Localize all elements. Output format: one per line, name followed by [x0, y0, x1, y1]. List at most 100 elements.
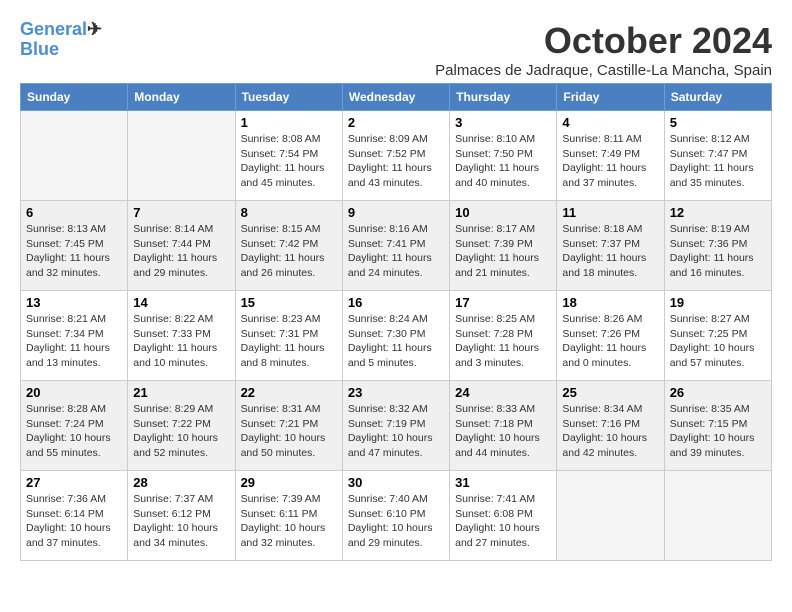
day-info: Sunrise: 8:34 AMSunset: 7:16 PMDaylight:…: [562, 402, 658, 461]
day-info: Sunrise: 8:10 AMSunset: 7:50 PMDaylight:…: [455, 132, 551, 191]
calendar-cell: [128, 111, 235, 201]
week-row-1: 1 Sunrise: 8:08 AMSunset: 7:54 PMDaylight…: [21, 111, 772, 201]
weekday-header-tuesday: Tuesday: [235, 84, 342, 111]
day-info: Sunrise: 7:41 AMSunset: 6:08 PMDaylight:…: [455, 492, 551, 551]
weekday-header-saturday: Saturday: [664, 84, 771, 111]
day-number: 18: [562, 295, 658, 310]
day-number: 11: [562, 205, 658, 220]
day-info: Sunrise: 8:26 AMSunset: 7:26 PMDaylight:…: [562, 312, 658, 371]
day-info: Sunrise: 8:13 AMSunset: 7:45 PMDaylight:…: [26, 222, 122, 281]
calendar-cell: [21, 111, 128, 201]
calendar-table: SundayMondayTuesdayWednesdayThursdayFrid…: [20, 83, 772, 561]
day-number: 16: [348, 295, 444, 310]
day-number: 12: [670, 205, 766, 220]
calendar-cell: 2 Sunrise: 8:09 AMSunset: 7:52 PMDaylight…: [342, 111, 449, 201]
day-info: Sunrise: 7:36 AMSunset: 6:14 PMDaylight:…: [26, 492, 122, 551]
calendar-cell: 8Sunrise: 8:15 AMSunset: 7:42 PMDaylight…: [235, 201, 342, 291]
day-info: Sunrise: 8:12 AMSunset: 7:47 PMDaylight:…: [670, 132, 766, 191]
day-info: Sunrise: 8:14 AMSunset: 7:44 PMDaylight:…: [133, 222, 229, 281]
week-row-2: 6Sunrise: 8:13 AMSunset: 7:45 PMDaylight…: [21, 201, 772, 291]
calendar-cell: [664, 471, 771, 561]
logo-general: General: [20, 19, 87, 39]
day-info: Sunrise: 8:31 AMSunset: 7:21 PMDaylight:…: [241, 402, 337, 461]
day-info: Sunrise: 7:40 AMSunset: 6:10 PMDaylight:…: [348, 492, 444, 551]
day-info: Sunrise: 8:28 AMSunset: 7:24 PMDaylight:…: [26, 402, 122, 461]
day-info: Sunrise: 8:22 AMSunset: 7:33 PMDaylight:…: [133, 312, 229, 371]
calendar-cell: 30 Sunrise: 7:40 AMSunset: 6:10 PMDayligh…: [342, 471, 449, 561]
day-number: 3: [455, 115, 551, 130]
calendar-cell: 11 Sunrise: 8:18 AMSunset: 7:37 PMDayligh…: [557, 201, 664, 291]
weekday-header-row: SundayMondayTuesdayWednesdayThursdayFrid…: [21, 84, 772, 111]
weekday-header-wednesday: Wednesday: [342, 84, 449, 111]
day-number: 8: [241, 205, 337, 220]
calendar-cell: 5 Sunrise: 8:12 AMSunset: 7:47 PMDaylight…: [664, 111, 771, 201]
day-number: 29: [241, 475, 337, 490]
day-info: Sunrise: 8:21 AMSunset: 7:34 PMDaylight:…: [26, 312, 122, 371]
title-area: October 2024 Palmaces de Jadraque, Casti…: [435, 20, 772, 79]
day-number: 28: [133, 475, 229, 490]
calendar-cell: [557, 471, 664, 561]
week-row-5: 27 Sunrise: 7:36 AMSunset: 6:14 PMDayligh…: [21, 471, 772, 561]
day-number: 23: [348, 385, 444, 400]
calendar-cell: 25 Sunrise: 8:34 AMSunset: 7:16 PMDayligh…: [557, 381, 664, 471]
calendar-cell: 16Sunrise: 8:24 AMSunset: 7:30 PMDayligh…: [342, 291, 449, 381]
day-number: 24: [455, 385, 551, 400]
day-info: Sunrise: 8:09 AMSunset: 7:52 PMDaylight:…: [348, 132, 444, 191]
day-info: Sunrise: 8:19 AMSunset: 7:36 PMDaylight:…: [670, 222, 766, 281]
weekday-header-sunday: Sunday: [21, 84, 128, 111]
day-number: 5: [670, 115, 766, 130]
calendar-cell: 24Sunrise: 8:33 AMSunset: 7:18 PMDayligh…: [450, 381, 557, 471]
calendar-cell: 27 Sunrise: 7:36 AMSunset: 6:14 PMDayligh…: [21, 471, 128, 561]
week-row-3: 13Sunrise: 8:21 AMSunset: 7:34 PMDayligh…: [21, 291, 772, 381]
day-info: Sunrise: 8:17 AMSunset: 7:39 PMDaylight:…: [455, 222, 551, 281]
weekday-header-friday: Friday: [557, 84, 664, 111]
month-title: October 2024: [435, 20, 772, 62]
day-number: 26: [670, 385, 766, 400]
calendar-cell: 28 Sunrise: 7:37 AMSunset: 6:12 PMDayligh…: [128, 471, 235, 561]
calendar-cell: 21 Sunrise: 8:29 AMSunset: 7:22 PMDayligh…: [128, 381, 235, 471]
day-info: Sunrise: 8:18 AMSunset: 7:37 PMDaylight:…: [562, 222, 658, 281]
day-number: 1: [241, 115, 337, 130]
calendar-cell: 13Sunrise: 8:21 AMSunset: 7:34 PMDayligh…: [21, 291, 128, 381]
day-number: 4: [562, 115, 658, 130]
calendar-cell: 12 Sunrise: 8:19 AMSunset: 7:36 PMDayligh…: [664, 201, 771, 291]
day-number: 31: [455, 475, 551, 490]
calendar-cell: 19 Sunrise: 8:27 AMSunset: 7:25 PMDayligh…: [664, 291, 771, 381]
day-info: Sunrise: 7:37 AMSunset: 6:12 PMDaylight:…: [133, 492, 229, 551]
day-number: 27: [26, 475, 122, 490]
weekday-header-thursday: Thursday: [450, 84, 557, 111]
day-info: Sunrise: 8:35 AMSunset: 7:15 PMDaylight:…: [670, 402, 766, 461]
calendar-cell: 1 Sunrise: 8:08 AMSunset: 7:54 PMDaylight…: [235, 111, 342, 201]
day-number: 20: [26, 385, 122, 400]
calendar-cell: 20 Sunrise: 8:28 AMSunset: 7:24 PMDayligh…: [21, 381, 128, 471]
day-number: 19: [670, 295, 766, 310]
weekday-header-monday: Monday: [128, 84, 235, 111]
day-info: Sunrise: 8:29 AMSunset: 7:22 PMDaylight:…: [133, 402, 229, 461]
day-info: Sunrise: 8:08 AMSunset: 7:54 PMDaylight:…: [241, 132, 337, 191]
day-info: Sunrise: 8:11 AMSunset: 7:49 PMDaylight:…: [562, 132, 658, 191]
logo-text: General✈ Blue: [20, 20, 102, 60]
day-info: Sunrise: 8:16 AMSunset: 7:41 PMDaylight:…: [348, 222, 444, 281]
calendar-cell: 10 Sunrise: 8:17 AMSunset: 7:39 PMDayligh…: [450, 201, 557, 291]
calendar-cell: 22 Sunrise: 8:31 AMSunset: 7:21 PMDayligh…: [235, 381, 342, 471]
day-number: 2: [348, 115, 444, 130]
day-number: 17: [455, 295, 551, 310]
day-number: 10: [455, 205, 551, 220]
calendar-cell: 29 Sunrise: 7:39 AMSunset: 6:11 PMDayligh…: [235, 471, 342, 561]
day-number: 25: [562, 385, 658, 400]
day-number: 22: [241, 385, 337, 400]
day-number: 14: [133, 295, 229, 310]
day-info: Sunrise: 7:39 AMSunset: 6:11 PMDaylight:…: [241, 492, 337, 551]
day-info: Sunrise: 8:23 AMSunset: 7:31 PMDaylight:…: [241, 312, 337, 371]
calendar-cell: 15Sunrise: 8:23 AMSunset: 7:31 PMDayligh…: [235, 291, 342, 381]
day-number: 21: [133, 385, 229, 400]
logo: General✈ Blue: [20, 20, 102, 60]
calendar-cell: 26 Sunrise: 8:35 AMSunset: 7:15 PMDayligh…: [664, 381, 771, 471]
day-info: Sunrise: 8:25 AMSunset: 7:28 PMDaylight:…: [455, 312, 551, 371]
day-info: Sunrise: 8:32 AMSunset: 7:19 PMDaylight:…: [348, 402, 444, 461]
page-header: General✈ Blue October 2024 Palmaces de J…: [20, 20, 772, 79]
day-number: 30: [348, 475, 444, 490]
calendar-cell: 31 Sunrise: 7:41 AMSunset: 6:08 PMDayligh…: [450, 471, 557, 561]
calendar-cell: 17 Sunrise: 8:25 AMSunset: 7:28 PMDayligh…: [450, 291, 557, 381]
day-info: Sunrise: 8:27 AMSunset: 7:25 PMDaylight:…: [670, 312, 766, 371]
